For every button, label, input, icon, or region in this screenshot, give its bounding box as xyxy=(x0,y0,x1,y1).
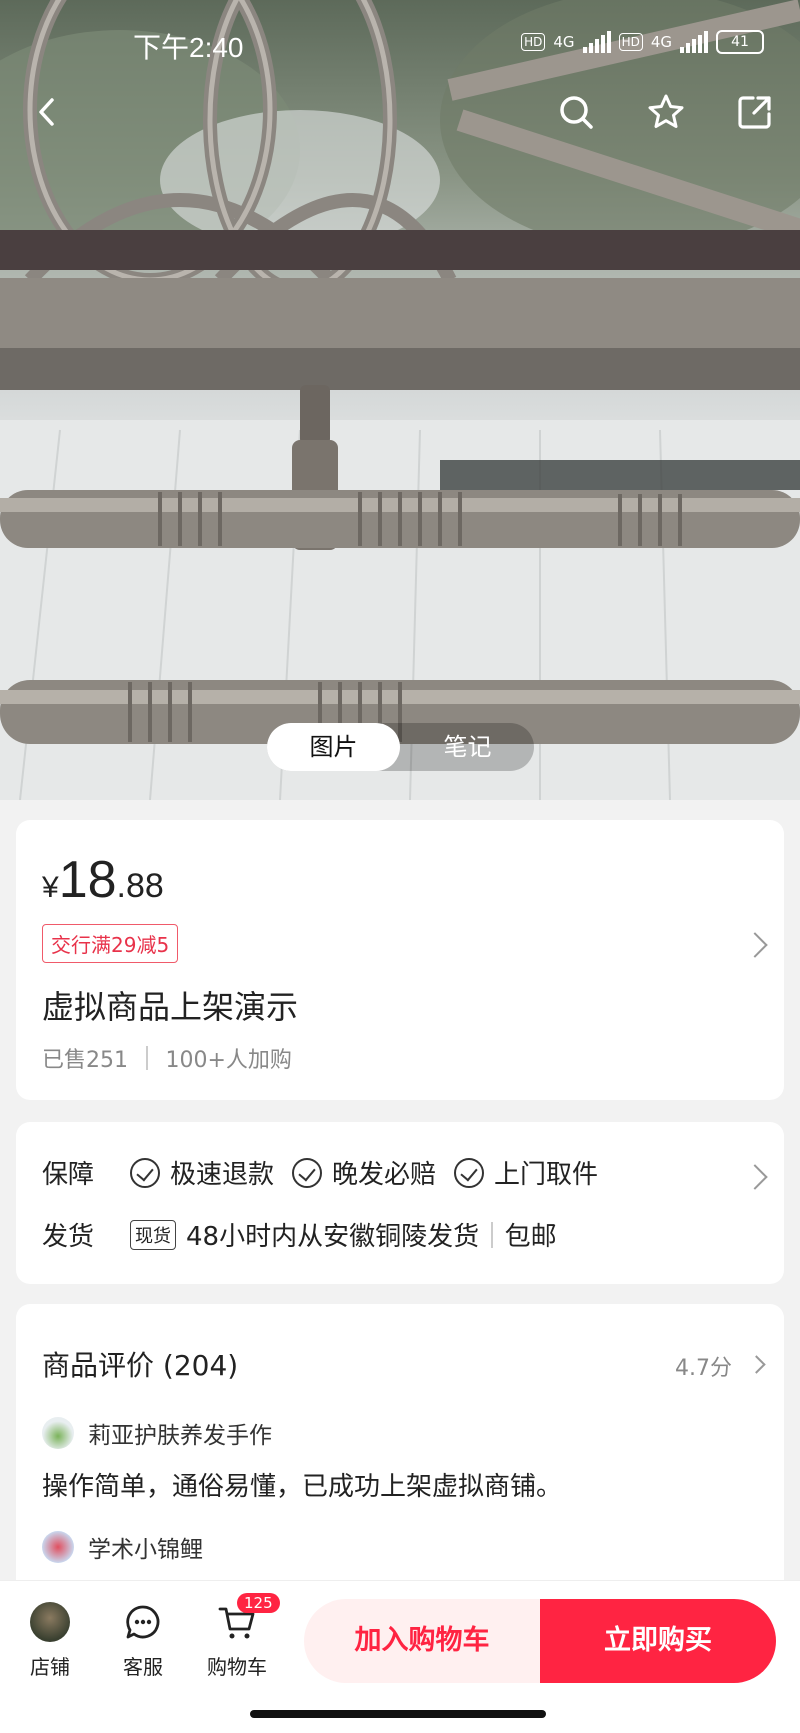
shipping-label: 发货 xyxy=(42,1222,95,1252)
check-circle-icon xyxy=(454,1157,485,1188)
guarantee-item: 晚发必赔 xyxy=(292,1154,436,1191)
battery-icon: 41 xyxy=(716,30,764,54)
media-tab-switch: 图片 笔记 xyxy=(267,723,534,771)
favorite-button[interactable] xyxy=(642,88,690,136)
service-label: 客服 xyxy=(123,1655,163,1679)
star-icon xyxy=(648,94,684,128)
sold-count: 已售251 xyxy=(42,1048,128,1073)
shop-button[interactable]: 店铺 xyxy=(10,1599,90,1680)
chevron-right-icon[interactable] xyxy=(742,932,768,958)
guarantee-item: 极速退款 xyxy=(130,1154,274,1191)
cart-count-badge: 125 xyxy=(237,1593,280,1613)
cart-button[interactable]: 125 购物车 xyxy=(197,1593,280,1680)
reviewer-name: 学术小锦鲤 xyxy=(88,1537,203,1563)
guarantee-row: 保障 极速退款 晚发必赔 上门取件 xyxy=(42,1154,616,1191)
price-card: ¥18.88 交行满29减5 虚拟商品上架演示 已售251 100+人加购 xyxy=(16,820,784,1100)
free-shipping: 包邮 xyxy=(504,1222,557,1252)
search-button[interactable] xyxy=(552,88,600,136)
reviewer-name: 莉亚护肤养发手作 xyxy=(88,1423,272,1449)
shipping-text: 48小时内从安徽铜陵发货 xyxy=(186,1222,480,1252)
sales-info: 已售251 100+人加购 xyxy=(42,1042,292,1074)
status-bar: 下午2:40 HD 4G HD 4G 41 xyxy=(0,0,800,86)
added-count: 100+人加购 xyxy=(165,1048,292,1073)
review-score[interactable]: 4.7分 xyxy=(675,1350,732,1382)
price-integer: 18 xyxy=(58,851,117,909)
avatar xyxy=(42,1531,74,1563)
status-indicators: HD 4G HD 4G 41 xyxy=(521,30,764,54)
network-label-2: 4G xyxy=(650,33,672,51)
check-circle-icon xyxy=(130,1157,160,1188)
reviewer: 学术小锦鲤 xyxy=(42,1530,203,1564)
promo-badge[interactable]: 交行满29减5 xyxy=(42,924,179,963)
network-label-1: 4G xyxy=(553,33,575,51)
chevron-right-icon[interactable] xyxy=(747,1355,766,1374)
guarantee-item: 上门取件 xyxy=(454,1154,598,1191)
shipping-row: 发货 现货 48小时内从安徽铜陵发货 包邮 xyxy=(42,1216,557,1253)
chevron-right-icon[interactable] xyxy=(742,1164,768,1190)
tab-images[interactable]: 图片 xyxy=(267,723,400,771)
signal-icon-2 xyxy=(680,31,708,53)
signal-icon xyxy=(582,31,611,53)
avatar xyxy=(42,1417,74,1449)
home-indicator[interactable] xyxy=(250,1710,546,1718)
shop-label: 店铺 xyxy=(30,1655,70,1679)
stock-tag: 现货 xyxy=(130,1219,176,1250)
tab-notes[interactable]: 笔记 xyxy=(401,723,534,771)
review-title: 商品评价 (204) xyxy=(42,1349,239,1382)
search-icon xyxy=(560,96,593,129)
shop-avatar xyxy=(30,1602,70,1642)
price-currency: ¥ xyxy=(42,871,59,904)
status-time: 下午2:40 xyxy=(133,32,244,63)
back-icon xyxy=(39,98,54,126)
share-icon xyxy=(738,96,771,129)
reviewer: 莉亚护肤养发手作 xyxy=(42,1416,272,1450)
buy-now-button[interactable]: 立即购买 xyxy=(540,1599,776,1683)
product-title: 虚拟商品上架演示 xyxy=(42,988,299,1026)
guarantee-text: 极速退款 xyxy=(170,1160,275,1190)
divider xyxy=(491,1221,493,1248)
customer-service-button[interactable]: 客服 xyxy=(103,1599,183,1680)
price: ¥18.88 xyxy=(42,850,164,910)
divider xyxy=(146,1046,148,1070)
hd-icon-2: HD xyxy=(618,33,643,51)
hd-icon: HD xyxy=(521,33,546,51)
back-button[interactable] xyxy=(24,88,72,136)
price-decimal: .88 xyxy=(116,867,164,905)
guarantee-text: 晚发必赔 xyxy=(332,1160,437,1190)
review-text: 操作简单，通俗易懂，已成功上架虚拟商铺。 xyxy=(42,1472,563,1502)
cart-label: 购物车 xyxy=(207,1655,267,1679)
check-circle-icon xyxy=(292,1157,323,1188)
add-to-cart-button[interactable]: 加入购物车 xyxy=(304,1599,540,1683)
share-button[interactable] xyxy=(731,88,779,136)
chat-icon xyxy=(126,1605,160,1639)
service-card[interactable]: 保障 极速退款 晚发必赔 上门取件 发货 现货 48小时内从安徽铜陵发货 包邮 xyxy=(16,1122,784,1284)
product-image[interactable]: 下午2:40 HD 4G HD 4G 41 图片 笔记 xyxy=(0,0,800,800)
guarantee-label: 保障 xyxy=(42,1160,95,1190)
guarantee-text: 上门取件 xyxy=(494,1160,599,1190)
